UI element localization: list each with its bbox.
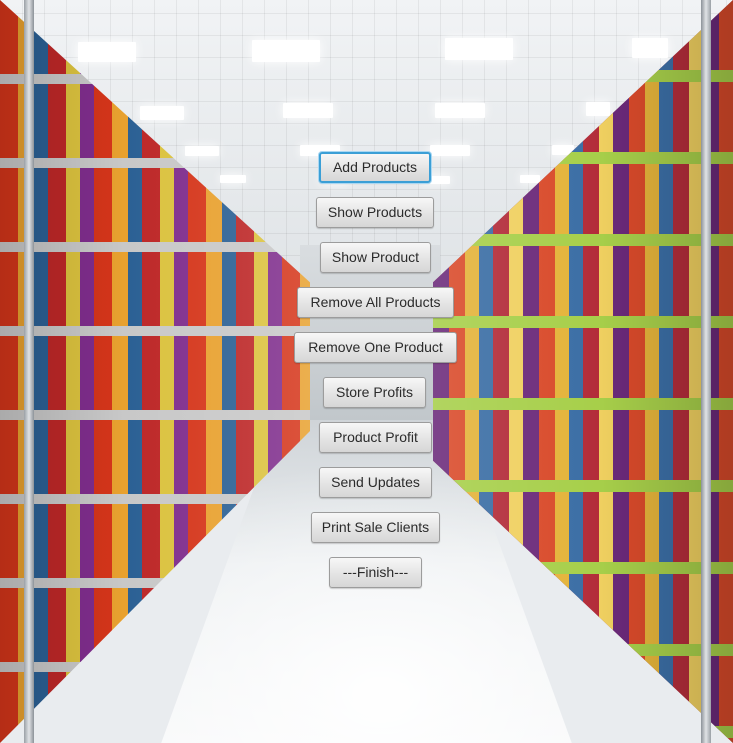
remove-one-product-button[interactable]: Remove One Product [294, 332, 457, 363]
ceiling-light [445, 38, 513, 60]
ceiling-light [185, 146, 219, 156]
print-sale-clients-button[interactable]: Print Sale Clients [311, 512, 440, 543]
ceiling-light [283, 103, 333, 118]
add-products-button[interactable]: Add Products [319, 152, 431, 183]
product-profit-button[interactable]: Product Profit [319, 422, 432, 453]
remove-all-products-button[interactable]: Remove All Products [297, 287, 454, 318]
send-updates-button[interactable]: Send Updates [319, 467, 432, 498]
ceiling-light [220, 175, 246, 183]
finish-button[interactable]: ---Finish--- [329, 557, 422, 588]
ceiling-light [435, 103, 485, 118]
show-products-button[interactable]: Show Products [316, 197, 434, 228]
ceiling-light [586, 102, 610, 116]
show-product-button[interactable]: Show Product [320, 242, 431, 273]
left-shelf-post [24, 0, 34, 743]
ceiling-light [520, 175, 540, 183]
store-profits-button[interactable]: Store Profits [323, 377, 426, 408]
ceiling-light [632, 38, 668, 58]
ceiling-light [430, 145, 470, 156]
right-shelf-post [701, 0, 711, 743]
ceiling-light [140, 106, 184, 120]
main-window: Add Products Show Products Show Product … [0, 0, 733, 743]
ceiling-light [252, 40, 320, 62]
ceiling-light [78, 42, 136, 62]
